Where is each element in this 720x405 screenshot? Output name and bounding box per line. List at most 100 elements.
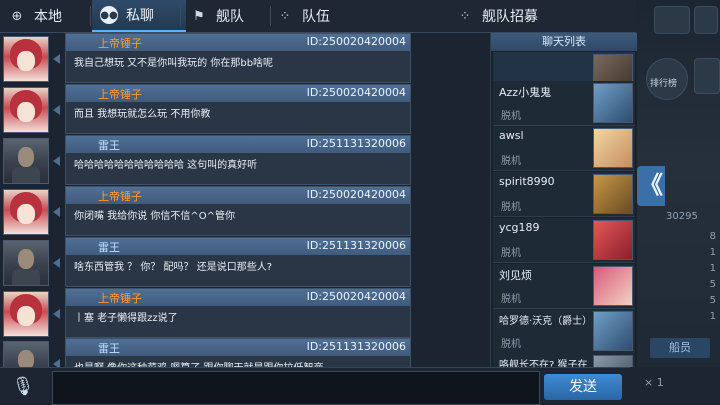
message-text: 我自己想玩 又不是你叫我玩的 你在那bb啥呢 [74,58,274,69]
blank-icon [694,58,720,94]
chat-list-title: 聊天列表 [491,33,637,51]
collapse-panel-button[interactable]: 《 [637,166,665,206]
friend-status: 脱机 [501,156,521,167]
message-text: 也是啊 像你这种菜鸡 嗯算了 跟你聊天就是跟你拉低智商 [74,359,324,367]
avatar[interactable] [3,189,49,235]
friend-status: 脱机 [501,202,521,213]
chat-message: 雷王 ID:251131320006 啥东西管我 ？ 你？ 配吗？ 还是说口那些… [0,237,490,287]
avatar[interactable] [3,36,49,82]
friend-avatar [593,355,633,367]
friend-status: 脱机 [501,294,521,305]
sender-name[interactable]: 上帝锤子 [98,86,142,102]
friend-name: ycg189 [499,221,540,234]
friend-avatar [593,220,633,260]
tab-bar: ⊕ 本地 ●● 私聊 ⚑ 舰队 ⁘ 队伍 ⁘ 舰队招募 [0,0,636,33]
message-bubble: 雷王 ID:251131320006 啥东西管我 ？ 你？ 配吗？ 还是说口那些… [65,237,411,287]
chat-list-item[interactable]: 刘见烦 脱机 [493,264,635,309]
sender-id: ID:250020420004 [306,86,406,99]
chat-message: 上帝锤子 ID:250020420004 而且 我想玩就怎么玩 不用你教 [0,84,490,134]
chat-input-bar: 🎙 发送 [0,367,720,405]
friend-name: 哈罗德·沃克（爵士） [499,316,593,327]
friend-avatar [593,128,633,168]
tab-label: 队伍 [302,9,330,25]
chat-list-panel[interactable]: 聊天列表 空闲 Azz小鬼鬼 脱机 awsl 脱机 spirit8990 脱机 … [490,33,637,367]
friend-avatar [593,83,633,123]
chat-message-list[interactable]: 上帝锤子 ID:250020420004 我自己想玩 又不是你叫我玩的 你在那b… [0,33,490,367]
crew-button: 船员 [650,338,710,358]
sender-id: ID:251131320006 [306,239,406,252]
message-header: 上帝锤子 ID:250020420004 [66,34,410,51]
chat-list-item[interactable]: 咯舰长不在? 猴子在 [493,353,635,367]
send-button[interactable]: 发送 [544,374,622,400]
friend-avatar [593,311,633,351]
tab-team[interactable]: ⁘ 队伍 [276,0,366,32]
tab-fleet-recruit[interactable]: ⁘ 舰队招募 [456,0,576,32]
sender-id: ID:250020420004 [306,35,406,48]
friend-name: 咯舰长不在? 猴子在 [499,360,588,367]
stat-value: 1 [709,247,716,258]
sender-name[interactable]: 雷王 [98,239,120,255]
tab-label: 私聊 [126,8,154,24]
sender-name[interactable]: 上帝锤子 [98,290,142,306]
sender-name[interactable]: 上帝锤子 [98,35,142,51]
chat-message: 上帝锤子 ID:250020420004 你闭嘴 我给你说 你信不信^O^管你 [0,186,490,236]
message-bubble: 上帝锤子 ID:250020420004 而且 我想玩就怎么玩 不用你教 [65,84,411,134]
chat-list-item[interactable]: Azz小鬼鬼 脱机 [493,81,635,126]
friend-status: 脱机 [501,248,521,259]
avatar[interactable] [3,138,49,184]
sender-name[interactable]: 雷王 [98,137,120,153]
sender-name[interactable]: 雷王 [98,340,120,356]
microphone-icon[interactable]: 🎙 [11,374,35,400]
sender-name[interactable]: 上帝锤子 [98,188,142,204]
chat-list-item[interactable]: awsl 脱机 [493,126,635,171]
tab-divider [180,6,181,26]
chat-message: 上帝锤子 ID:250020420004 丨塞 老子懒得跟zz说了 [0,288,490,338]
message-header: 上帝锤子 ID:250020420004 [66,187,410,204]
message-text: 丨塞 老子懒得跟zz说了 [74,313,178,324]
avatar[interactable] [3,291,49,337]
chat-message: 雷王 ID:251131320006 哈哈哈哈哈哈哈哈哈哈哈 这句叫的真好听 [0,135,490,185]
bubble-pointer [53,359,60,367]
tab-local[interactable]: ⊕ 本地 [8,0,88,32]
friend-avatar [593,174,633,214]
shop-icon [654,6,690,34]
friend-status: 脱机 [501,111,521,122]
tab-label: 舰队招募 [482,9,538,25]
chat-list-item[interactable]: 哈罗德·沃克（爵士） 脱机 [493,309,635,354]
bubble-pointer [53,105,60,115]
score-number: 30295 [666,211,698,222]
globe-icon: ⊕ [11,8,23,24]
tab-private-chat[interactable]: ●● 私聊 [92,0,186,32]
message-text: 啥东西管我 ？ 你？ 配吗？ 还是说口那些人? [74,262,273,273]
chat-message: 雷王 ID:251131320006 也是啊 像你这种菜鸡 嗯算了 跟你聊天就是… [0,338,490,367]
bubble-pointer [53,258,60,268]
bubble-pointer [53,207,60,217]
avatar[interactable] [3,240,49,286]
friend-name: Azz小鬼鬼 [499,86,552,99]
fleet-icon: ⚑ [193,8,205,24]
chat-input[interactable] [52,371,540,405]
message-header: 雷王 ID:251131320006 [66,238,410,255]
chat-message: 上帝锤子 ID:250020420004 我自己想玩 又不是你叫我玩的 你在那b… [0,33,490,83]
tab-fleet[interactable]: ⚑ 舰队 [190,0,270,32]
chat-list-item[interactable]: ycg189 脱机 [493,218,635,263]
message-text: 哈哈哈哈哈哈哈哈哈哈哈 这句叫的真好听 [74,160,258,171]
avatar[interactable] [3,341,49,367]
bubble-pointer [53,309,60,319]
message-bubble: 雷王 ID:251131320006 哈哈哈哈哈哈哈哈哈哈哈 这句叫的真好听 [65,135,411,185]
avatar[interactable] [3,87,49,133]
message-header: 上帝锤子 ID:250020420004 [66,85,410,102]
rank-label: 排行榜 [650,79,678,89]
chat-list-item[interactable]: spirit8990 脱机 [493,172,635,217]
sender-id: ID:250020420004 [306,188,406,201]
message-bubble: 上帝锤子 ID:250020420004 我自己想玩 又不是你叫我玩的 你在那b… [65,33,411,83]
chat-bubble-icon: ●● [100,6,118,24]
bubble-pointer [53,156,60,166]
stat-value: 1 [709,311,716,322]
friend-name: 刘见烦 [499,269,532,282]
stat-value: 5 [709,295,716,306]
message-text: 你闭嘴 我给你说 你信不信^O^管你 [74,211,235,222]
tab-label: 本地 [34,9,62,25]
anchor-icon [694,6,718,34]
tab-divider [90,6,91,26]
